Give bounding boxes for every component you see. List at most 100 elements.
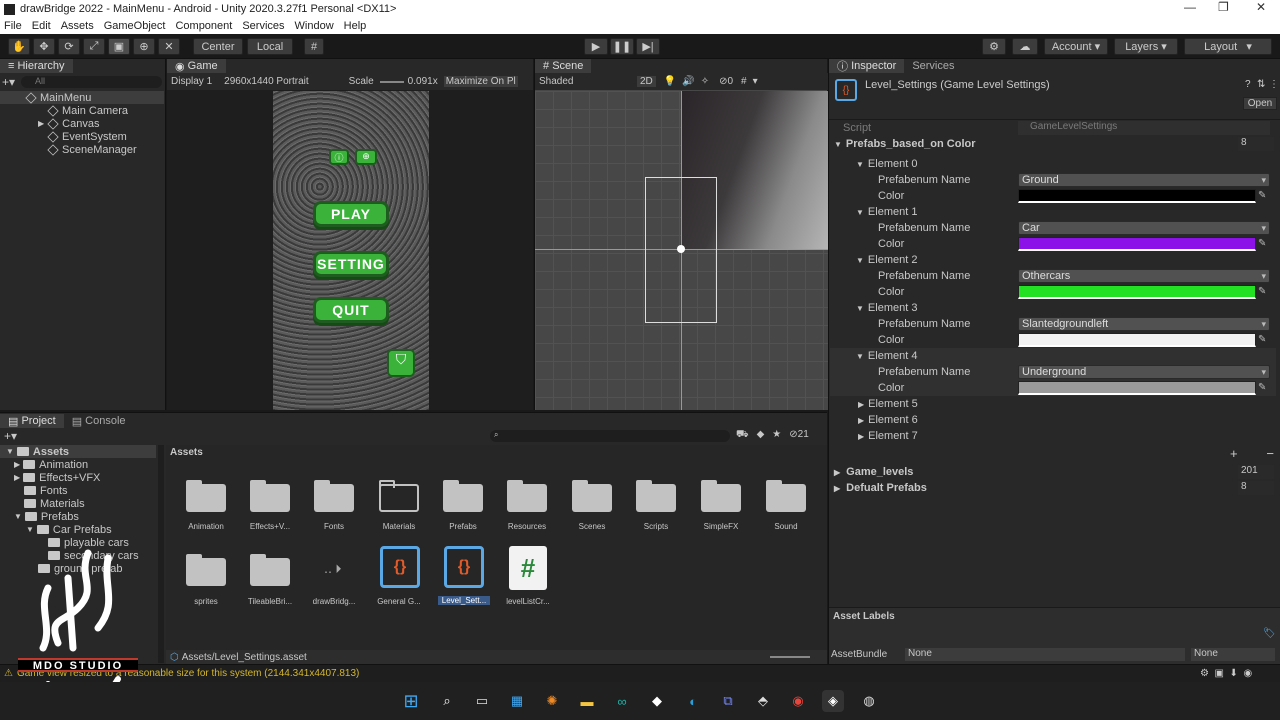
task-view-icon[interactable]: ▭	[471, 690, 493, 712]
element-0-header[interactable]: ▼ Element 0	[830, 156, 1278, 172]
effects-icon[interactable]: ✧	[701, 76, 709, 87]
edge-icon[interactable]: ◐	[682, 690, 704, 712]
scene-root-row[interactable]: MainMenu	[0, 91, 164, 104]
tree-scrollbar[interactable]	[158, 445, 164, 663]
element-6-header[interactable]: ▶ Element 6	[830, 412, 1278, 428]
hidden-objects-icon[interactable]: ⊘	[719, 76, 727, 87]
play-game-button[interactable]: PLAY	[313, 201, 389, 227]
arduino-icon[interactable]: ∞	[611, 690, 633, 712]
cloud-icon[interactable]: ☁	[1012, 38, 1038, 55]
scriptable-object-icon[interactable]: {}	[444, 546, 484, 588]
scale-slider[interactable]	[379, 80, 404, 83]
widgets-icon[interactable]: ▦	[506, 690, 528, 712]
element-4-header[interactable]: ▼ Element 4	[830, 348, 1278, 364]
tab-services[interactable]: Services	[904, 59, 963, 73]
folder-icon[interactable]	[507, 478, 547, 512]
element-5-header[interactable]: ▶ Element 5	[830, 396, 1278, 412]
tree-item[interactable]: ▼ Prefabs	[0, 510, 79, 523]
move-tool-icon[interactable]: ✥	[33, 38, 55, 55]
eyedropper-icon[interactable]: ✎	[1258, 238, 1270, 250]
help-icon[interactable]: ?	[1245, 79, 1251, 90]
menu-gameobject[interactable]: GameObject	[104, 20, 166, 32]
tab-game[interactable]: ◉ Game	[167, 59, 226, 73]
menu-window[interactable]: Window	[295, 20, 334, 32]
unity-hub-icon[interactable]: ⬘	[752, 690, 774, 712]
folder-icon[interactable]	[443, 478, 483, 512]
hierarchy-item[interactable]: SceneManager	[0, 143, 137, 156]
folder-icon[interactable]	[636, 478, 676, 512]
color-swatch-gray[interactable]	[1018, 381, 1256, 395]
collapse-arrow-icon[interactable]: ▼	[856, 160, 864, 169]
menu-assets[interactable]: Assets	[61, 20, 94, 32]
quit-game-button[interactable]: QUIT	[313, 297, 389, 323]
folder-icon[interactable]	[186, 478, 226, 512]
prefab-dropdown[interactable]: Slantedgroundleft	[1018, 317, 1270, 331]
play-button[interactable]: ▶	[584, 38, 608, 55]
label-filter-icon[interactable]: ◆	[757, 429, 765, 442]
search-icon[interactable]: ⌕	[436, 690, 458, 712]
tree-item[interactable]: ▶ Effects+VFX	[0, 471, 100, 484]
menu-services[interactable]: Services	[242, 20, 284, 32]
game-levels-row[interactable]: ▶ Game_levels	[830, 464, 1278, 480]
more-menu-icon[interactable]: ⋮	[1269, 79, 1279, 90]
element-1-header[interactable]: ▼ Element 1	[830, 204, 1278, 220]
folder-icon[interactable]	[250, 552, 290, 586]
expand-arrow-icon[interactable]: ▶	[858, 416, 864, 425]
lighting-icon[interactable]: 💡	[664, 76, 676, 87]
collapse-arrow-icon[interactable]: ▼	[856, 304, 864, 313]
expand-arrow-icon[interactable]: ▶	[834, 484, 840, 493]
maximize-on-play-toggle[interactable]: Maximize On Pl	[443, 76, 518, 87]
project-search-input[interactable]: ⌕	[490, 430, 730, 442]
expand-arrow-icon[interactable]: ▶	[858, 400, 864, 409]
shading-mode-dropdown[interactable]: Shaded	[539, 76, 629, 87]
windows-start-icon[interactable]: ⊞	[400, 690, 422, 712]
folder-icon[interactable]	[186, 552, 226, 586]
tree-item[interactable]: Materials	[0, 497, 85, 510]
chrome-icon[interactable]: ◉	[787, 690, 809, 712]
gizmos-icon[interactable]: ▾	[753, 76, 758, 87]
menu-edit[interactable]: Edit	[32, 20, 51, 32]
shop-icon[interactable]: ⛉	[387, 349, 415, 377]
scene-viewport[interactable]	[535, 91, 828, 410]
maximize-button[interactable]: ❐	[1218, 0, 1229, 14]
hierarchy-item[interactable]: EventSystem	[0, 130, 127, 143]
empty-folder-icon[interactable]	[379, 478, 419, 512]
info-icon[interactable]: ⓘ	[329, 149, 349, 165]
pivot-center-toggle[interactable]: Center	[193, 38, 243, 55]
hierarchy-item[interactable]: ▶ Canvas	[0, 117, 99, 130]
audio-icon[interactable]: 🔊	[682, 76, 694, 87]
eyedropper-icon[interactable]: ✎	[1258, 286, 1270, 298]
obs-icon[interactable]: ◍	[858, 690, 880, 712]
remove-element-button[interactable]: −	[1266, 446, 1274, 461]
layers-dropdown[interactable]: Layers ▾	[1114, 38, 1178, 55]
label-tag-icon[interactable]: 🏷	[1263, 628, 1276, 639]
tab-hierarchy[interactable]: ≡ Hierarchy	[0, 59, 73, 73]
project-create-icon[interactable]: +▾	[4, 429, 17, 443]
visual-studio-icon[interactable]: ⧉	[717, 690, 739, 712]
close-button[interactable]: ✕	[1256, 0, 1266, 14]
folder-icon[interactable]	[314, 478, 354, 512]
scene-grid-icon[interactable]: #	[741, 76, 747, 87]
color-swatch-white[interactable]	[1018, 333, 1256, 347]
tree-item[interactable]: Fonts	[0, 484, 68, 497]
hand-tool-icon[interactable]: ✋	[8, 38, 30, 55]
open-button[interactable]: Open	[1243, 97, 1277, 110]
type-filter-icon[interactable]: ⛟	[736, 429, 749, 442]
folder-icon[interactable]	[250, 478, 290, 512]
tab-inspector[interactable]: ⓘ Inspector	[829, 59, 905, 73]
pause-button[interactable]: ❚❚	[610, 38, 634, 55]
hierarchy-search-input[interactable]: All	[21, 76, 162, 88]
account-dropdown[interactable]: Account ▾	[1044, 38, 1108, 55]
step-button[interactable]: ▶|	[636, 38, 660, 55]
create-plus-icon[interactable]: +▾	[2, 75, 15, 89]
eyedropper-icon[interactable]: ✎	[1258, 334, 1270, 346]
tab-scene[interactable]: # Scene	[535, 59, 592, 73]
expand-arrow-icon[interactable]: ▶	[858, 432, 864, 441]
collapse-arrow-icon[interactable]: ▼	[856, 256, 864, 265]
globe-icon[interactable]: ⊕	[355, 149, 377, 165]
grid-snap-icon[interactable]: #	[304, 38, 324, 55]
list-size-field[interactable]: 8	[1238, 137, 1274, 151]
asset-breadcrumb[interactable]: Assets	[170, 447, 203, 458]
blender-icon[interactable]: ✺	[541, 690, 563, 712]
prefab-dropdown[interactable]: Car	[1018, 221, 1270, 235]
